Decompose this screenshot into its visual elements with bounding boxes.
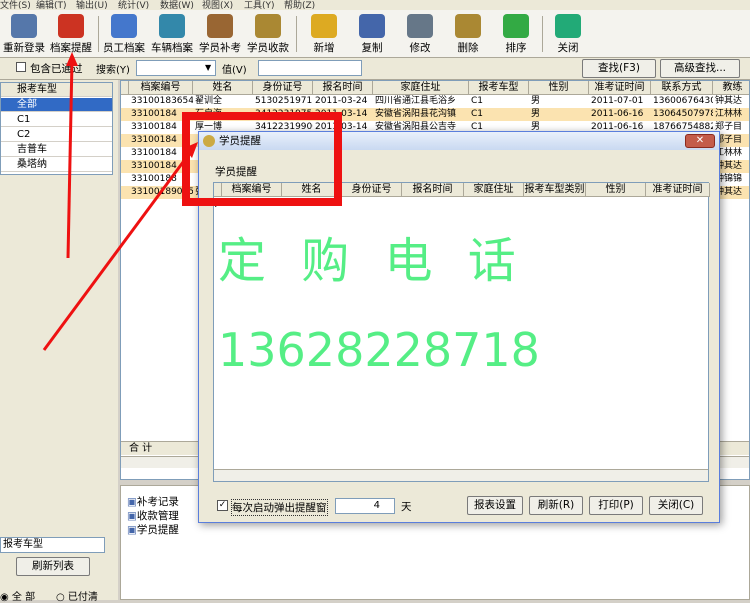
arrowhead: [66, 52, 78, 66]
annotation-arrows: [42, 52, 198, 351]
arrow-to-dialog: [42, 149, 194, 351]
arrow-to-toolbar: [66, 59, 74, 259]
